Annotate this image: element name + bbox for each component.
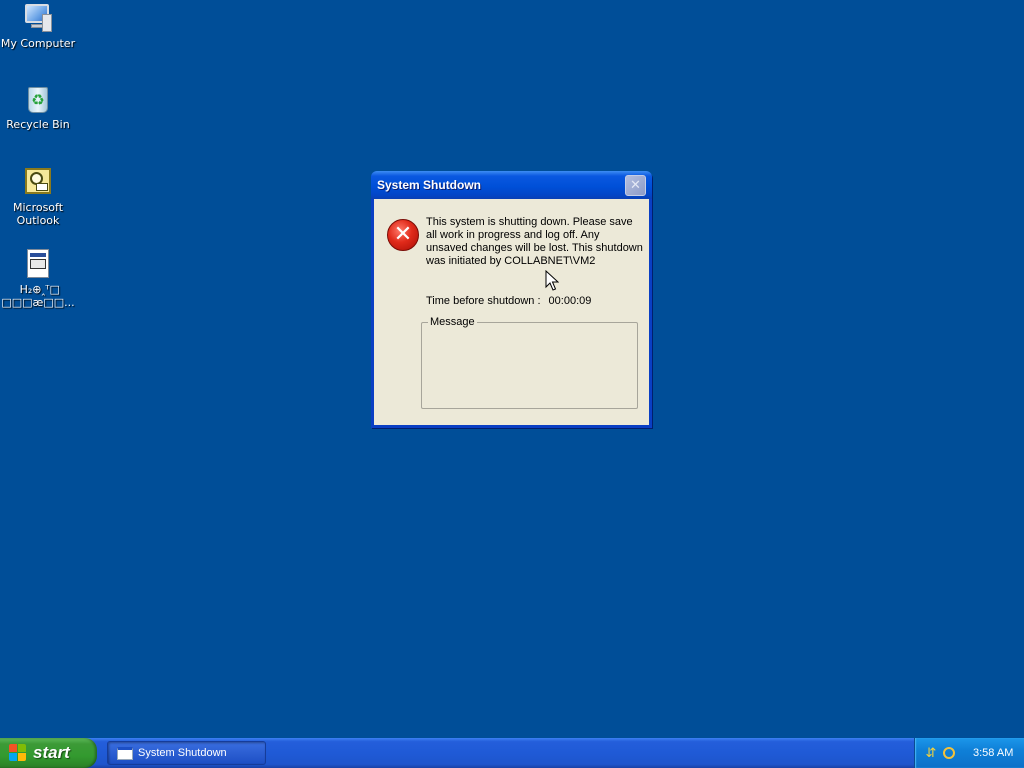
shutdown-message: This system is shutting down. Please sav… <box>426 216 643 267</box>
message-groupbox: Message <box>421 316 638 409</box>
desktop-icon-label: □□□æ□□... <box>1 296 75 309</box>
start-button[interactable]: start <box>0 738 97 768</box>
desktop-icon-label: H₂⊕‸ᵀ□ <box>16 283 60 296</box>
desktop-icon-document[interactable]: H₂⊕‸ᵀ□ □□□æ□□... <box>0 248 76 309</box>
my-computer-icon <box>22 2 54 34</box>
outlook-icon <box>22 166 54 198</box>
dialog-body: ✕ This system is shutting down. Please s… <box>374 199 649 425</box>
taskbar: start System Shutdown ⇵ 3:58 AM <box>0 738 1024 768</box>
desktop-icon-label: My Computer <box>0 37 76 50</box>
desktop-icon-outlook[interactable]: Microsoft Outlook <box>0 166 76 227</box>
close-button[interactable]: ✕ <box>625 174 646 196</box>
document-icon <box>22 248 54 280</box>
close-icon: ✕ <box>630 177 641 193</box>
error-x-icon: ✕ <box>387 219 419 251</box>
timer-label: Time before shutdown : <box>426 295 541 307</box>
system-tray: ⇵ 3:58 AM <box>914 738 1024 768</box>
window-icon <box>117 746 133 760</box>
desktop-icon-recycle-bin[interactable]: ♻ Recycle Bin <box>0 83 76 131</box>
tray-clock[interactable]: 3:58 AM <box>973 747 1013 759</box>
search-icon[interactable] <box>943 747 955 759</box>
desktop-icon-label: Outlook <box>16 214 60 227</box>
desktop-icon-label: Microsoft <box>12 201 64 214</box>
shutdown-timer: Time before shutdown : 00:00:09 <box>426 295 591 307</box>
message-group-label: Message <box>428 316 477 328</box>
timer-value: 00:00:09 <box>548 295 592 307</box>
desktop-icon-my-computer[interactable]: My Computer <box>0 2 76 50</box>
taskbar-button-label: System Shutdown <box>138 747 227 759</box>
dialog-title-bar[interactable]: System Shutdown ✕ <box>371 171 652 199</box>
mouse-pointer-icon <box>545 270 559 291</box>
network-icon[interactable]: ⇵ <box>923 745 939 761</box>
windows-logo-icon <box>9 744 27 762</box>
taskbar-button-system-shutdown[interactable]: System Shutdown <box>107 741 266 765</box>
dialog-title: System Shutdown <box>377 178 482 192</box>
start-label: start <box>33 743 70 762</box>
desktop-icon-label: Recycle Bin <box>6 118 70 131</box>
recycle-bin-icon: ♻ <box>22 83 54 115</box>
system-shutdown-dialog: System Shutdown ✕ ✕ This system is shutt… <box>371 171 652 428</box>
